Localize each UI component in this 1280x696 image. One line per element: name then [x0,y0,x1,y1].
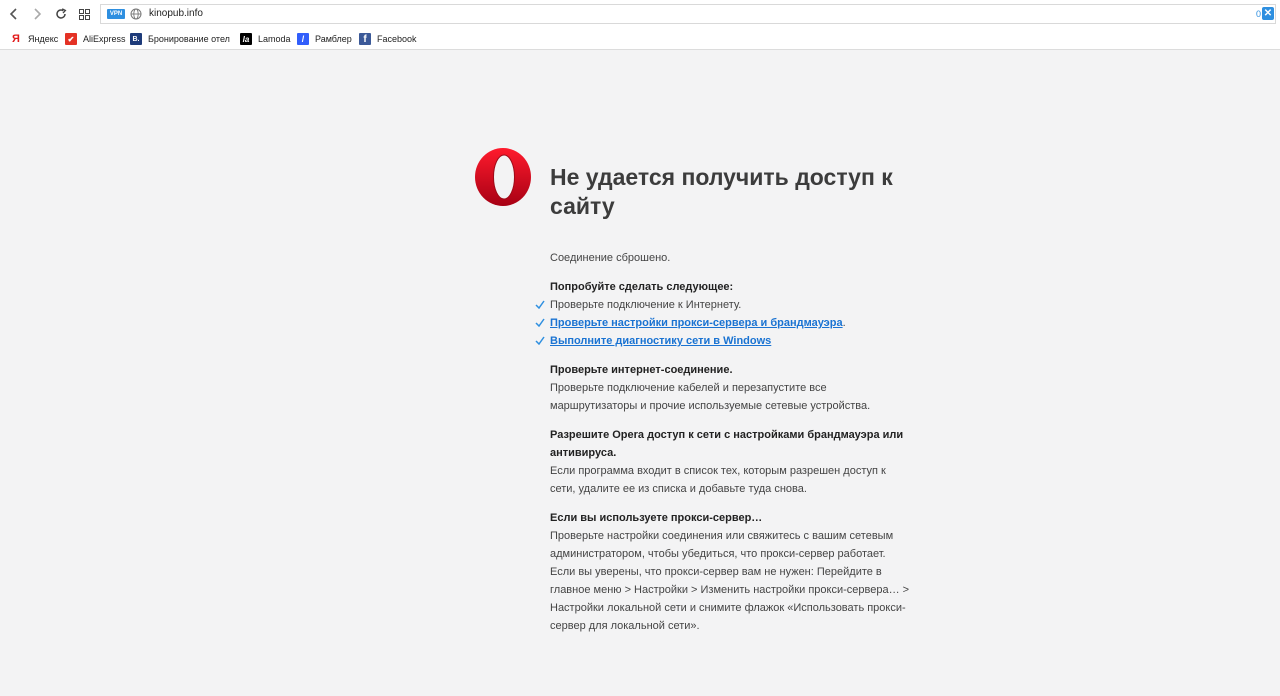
aliexpress-icon: ✔ [65,33,77,45]
tracker-counter[interactable]: 0 [1256,8,1261,20]
opera-logo-icon [475,148,531,206]
section-body: Проверьте настройки соединения или свяжи… [550,530,910,632]
link-suffix: . [842,317,846,329]
speed-dial-button[interactable] [74,4,94,24]
reload-button[interactable] [51,4,71,24]
vpn-badge[interactable]: VPN [107,9,125,19]
chevron-right-icon [34,8,42,20]
try-item: Проверьте настройки прокси-сервера и бра… [535,314,910,332]
bookmark-label: Lamoda [258,34,291,44]
checkmark-icon [535,318,545,327]
section-body: Если программа входит в список тех, кото… [550,465,886,495]
bookmark-facebook[interactable]: f Facebook [359,32,417,46]
address-bar[interactable]: VPN kinopub.info 0 ✕ [100,4,1276,24]
grid-icon [78,8,90,20]
reload-icon [56,8,67,19]
bookmark-label: Бронирование отел [148,34,230,44]
try-item: Проверьте подключение к Интернету. [535,296,910,314]
bookmark-label: Facebook [377,34,417,44]
yandex-icon: Я [12,33,20,45]
proxy-settings-link[interactable]: Проверьте настройки прокси-сервера и бра… [550,317,843,329]
error-subtitle: Соединение сброшено. [550,252,671,264]
bookmark-label: Рамблер [315,34,352,44]
rambler-icon: / [297,33,309,45]
booking-icon: B. [130,33,142,45]
chevron-left-icon [9,8,17,20]
bookmark-yandex[interactable]: Я Яндекс [10,32,58,46]
network-diagnostics-link[interactable]: Выполните диагностику сети в Windows [550,335,771,347]
section-heading: Разрешите Opera доступ к сети с настройк… [550,429,904,459]
bookmark-label: Яндекс [28,34,59,44]
section-body: Проверьте подключение кабелей и перезапу… [550,382,871,412]
try-item: Выполните диагностику сети в Windows [535,332,910,350]
bookmark-aliexpress[interactable]: ✔ AliExpress [65,32,126,46]
checkmark-icon [535,300,545,309]
back-button[interactable] [4,4,24,24]
section-heading: Если вы используете прокси-сервер… [550,512,763,524]
browser-toolbar: VPN kinopub.info 0 ✕ [0,0,1280,28]
bookmark-label: AliExpress [83,34,126,44]
globe-icon [130,8,142,20]
section-heading: Проверьте интернет-соединение. [550,364,733,376]
extension-icon[interactable]: ✕ [1262,7,1274,20]
error-title: Не удается получить доступ к сайту [550,164,893,219]
url-text[interactable]: kinopub.info [149,8,203,20]
try-heading: Попробуйте сделать следующее: [550,281,734,293]
checkmark-icon [535,336,545,345]
bookmark-rambler[interactable]: / Рамблер [297,32,352,46]
try-item-text: Проверьте подключение к Интернету. [550,299,742,311]
facebook-icon: f [359,33,371,45]
error-content: Не удается получить доступ к сайту Соеди… [535,163,910,635]
forward-button[interactable] [27,4,47,24]
lamoda-icon: la [240,33,252,45]
bookmarks-bar: Я Яндекс ✔ AliExpress B. Бронирование от… [0,28,1280,50]
bookmark-booking[interactable]: B. Бронирование отел [130,32,230,46]
bookmark-lamoda[interactable]: la Lamoda [240,32,291,46]
